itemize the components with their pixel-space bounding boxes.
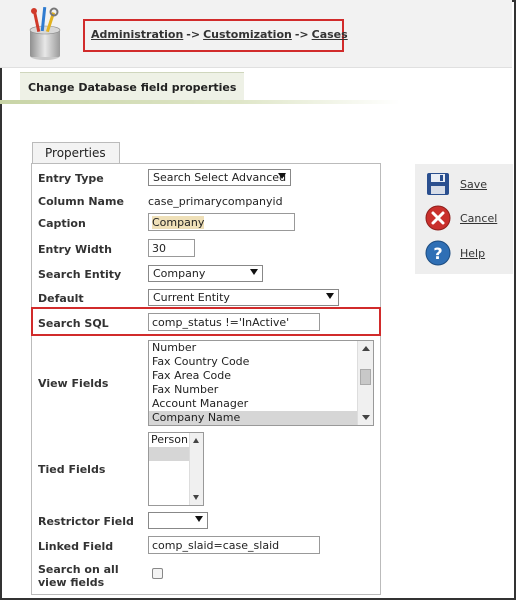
- tied-fields-listbox[interactable]: Person: [148, 432, 204, 506]
- column-name-label: Column Name: [38, 195, 124, 208]
- title-bar: Change Database field properties: [0, 68, 512, 104]
- list-item[interactable]: Account Manager: [149, 397, 373, 411]
- chevron-down-icon: [326, 293, 334, 299]
- list-item[interactable]: Fax Number: [149, 383, 373, 397]
- scroll-down-arrow-icon[interactable]: [193, 495, 199, 500]
- column-name-value: case_primarycompanyid: [148, 195, 283, 208]
- breadcrumb-link-administration[interactable]: Administration: [91, 28, 183, 41]
- list-item[interactable]: Fax Country Code: [149, 355, 373, 369]
- save-button[interactable]: Save: [425, 171, 515, 199]
- search-all-view-checkbox[interactable]: [152, 568, 163, 579]
- action-panel: Save Cancel ? Help: [415, 164, 513, 274]
- tied-fields-label: Tied Fields: [38, 463, 106, 476]
- svg-text:?: ?: [433, 244, 442, 263]
- breadcrumb: Administration -> Customization -> Cases: [83, 19, 348, 52]
- page-title: Change Database field properties: [20, 72, 245, 100]
- cancel-button[interactable]: Cancel: [425, 205, 515, 233]
- caption-input[interactable]: Company: [148, 213, 295, 231]
- restrictor-field-label: Restrictor Field: [38, 515, 134, 528]
- tools-cup-logo-icon: [29, 6, 61, 60]
- header-bar: Administration -> Customization -> Cases: [0, 0, 512, 68]
- cancel-label: Cancel: [460, 212, 498, 225]
- entry-width-label: Entry Width: [38, 243, 112, 256]
- linked-field-label: Linked Field: [38, 540, 114, 553]
- view-fields-listbox[interactable]: Number Fax Country Code Fax Area Code Fa…: [148, 340, 374, 426]
- caption-value: Company: [152, 216, 205, 229]
- help-label: Help: [460, 247, 486, 260]
- search-sql-input[interactable]: comp_status !='InActive': [148, 313, 320, 331]
- chevron-down-icon: [278, 173, 286, 179]
- floppy-save-icon: [427, 173, 449, 195]
- default-label: Default: [38, 292, 84, 305]
- help-button[interactable]: ? Help: [425, 240, 515, 268]
- view-fields-label: View Fields: [38, 377, 109, 390]
- search-all-view-label: Search on all view fields: [38, 563, 119, 589]
- list-item[interactable]: Number: [149, 341, 373, 355]
- breadcrumb-separator: ->: [294, 28, 309, 41]
- entry-type-select[interactable]: Search Select Advanced: [148, 169, 291, 186]
- scroll-up-arrow-icon[interactable]: [193, 438, 199, 443]
- tab-properties[interactable]: Properties: [32, 142, 120, 164]
- list-item[interactable]: Fax Area Code: [149, 369, 373, 383]
- breadcrumb-link-cases[interactable]: Cases: [312, 28, 348, 41]
- linked-field-input[interactable]: comp_slaid=case_slaid: [148, 536, 320, 554]
- scroll-down-arrow-icon[interactable]: [362, 415, 370, 420]
- search-entity-value: Company: [153, 267, 206, 280]
- chevron-down-icon: [250, 269, 258, 275]
- list-item-selected[interactable]: Company Name: [149, 411, 373, 425]
- tied-fields-scrollbar[interactable]: [189, 433, 203, 505]
- help-question-icon: ?: [425, 240, 451, 266]
- cancel-x-icon: [425, 205, 451, 231]
- restrictor-field-select[interactable]: [148, 512, 208, 529]
- caption-label: Caption: [38, 217, 86, 230]
- chevron-down-icon: [195, 516, 203, 522]
- save-label: Save: [460, 178, 488, 191]
- title-underline: [0, 100, 400, 104]
- scroll-thumb[interactable]: [360, 369, 371, 385]
- view-fields-scrollbar[interactable]: [357, 341, 373, 425]
- entry-type-value: Search Select Advanced: [153, 171, 287, 184]
- breadcrumb-separator: ->: [186, 28, 201, 41]
- search-entity-label: Search Entity: [38, 268, 122, 281]
- entry-type-label: Entry Type: [38, 172, 104, 185]
- default-value: Current Entity: [153, 291, 230, 304]
- search-entity-select[interactable]: Company: [148, 265, 263, 282]
- scroll-up-arrow-icon[interactable]: [362, 346, 370, 351]
- search-sql-label: Search SQL: [38, 317, 109, 330]
- default-select[interactable]: Current Entity: [148, 289, 339, 306]
- entry-width-input[interactable]: 30: [148, 239, 195, 257]
- breadcrumb-link-customization[interactable]: Customization: [203, 28, 292, 41]
